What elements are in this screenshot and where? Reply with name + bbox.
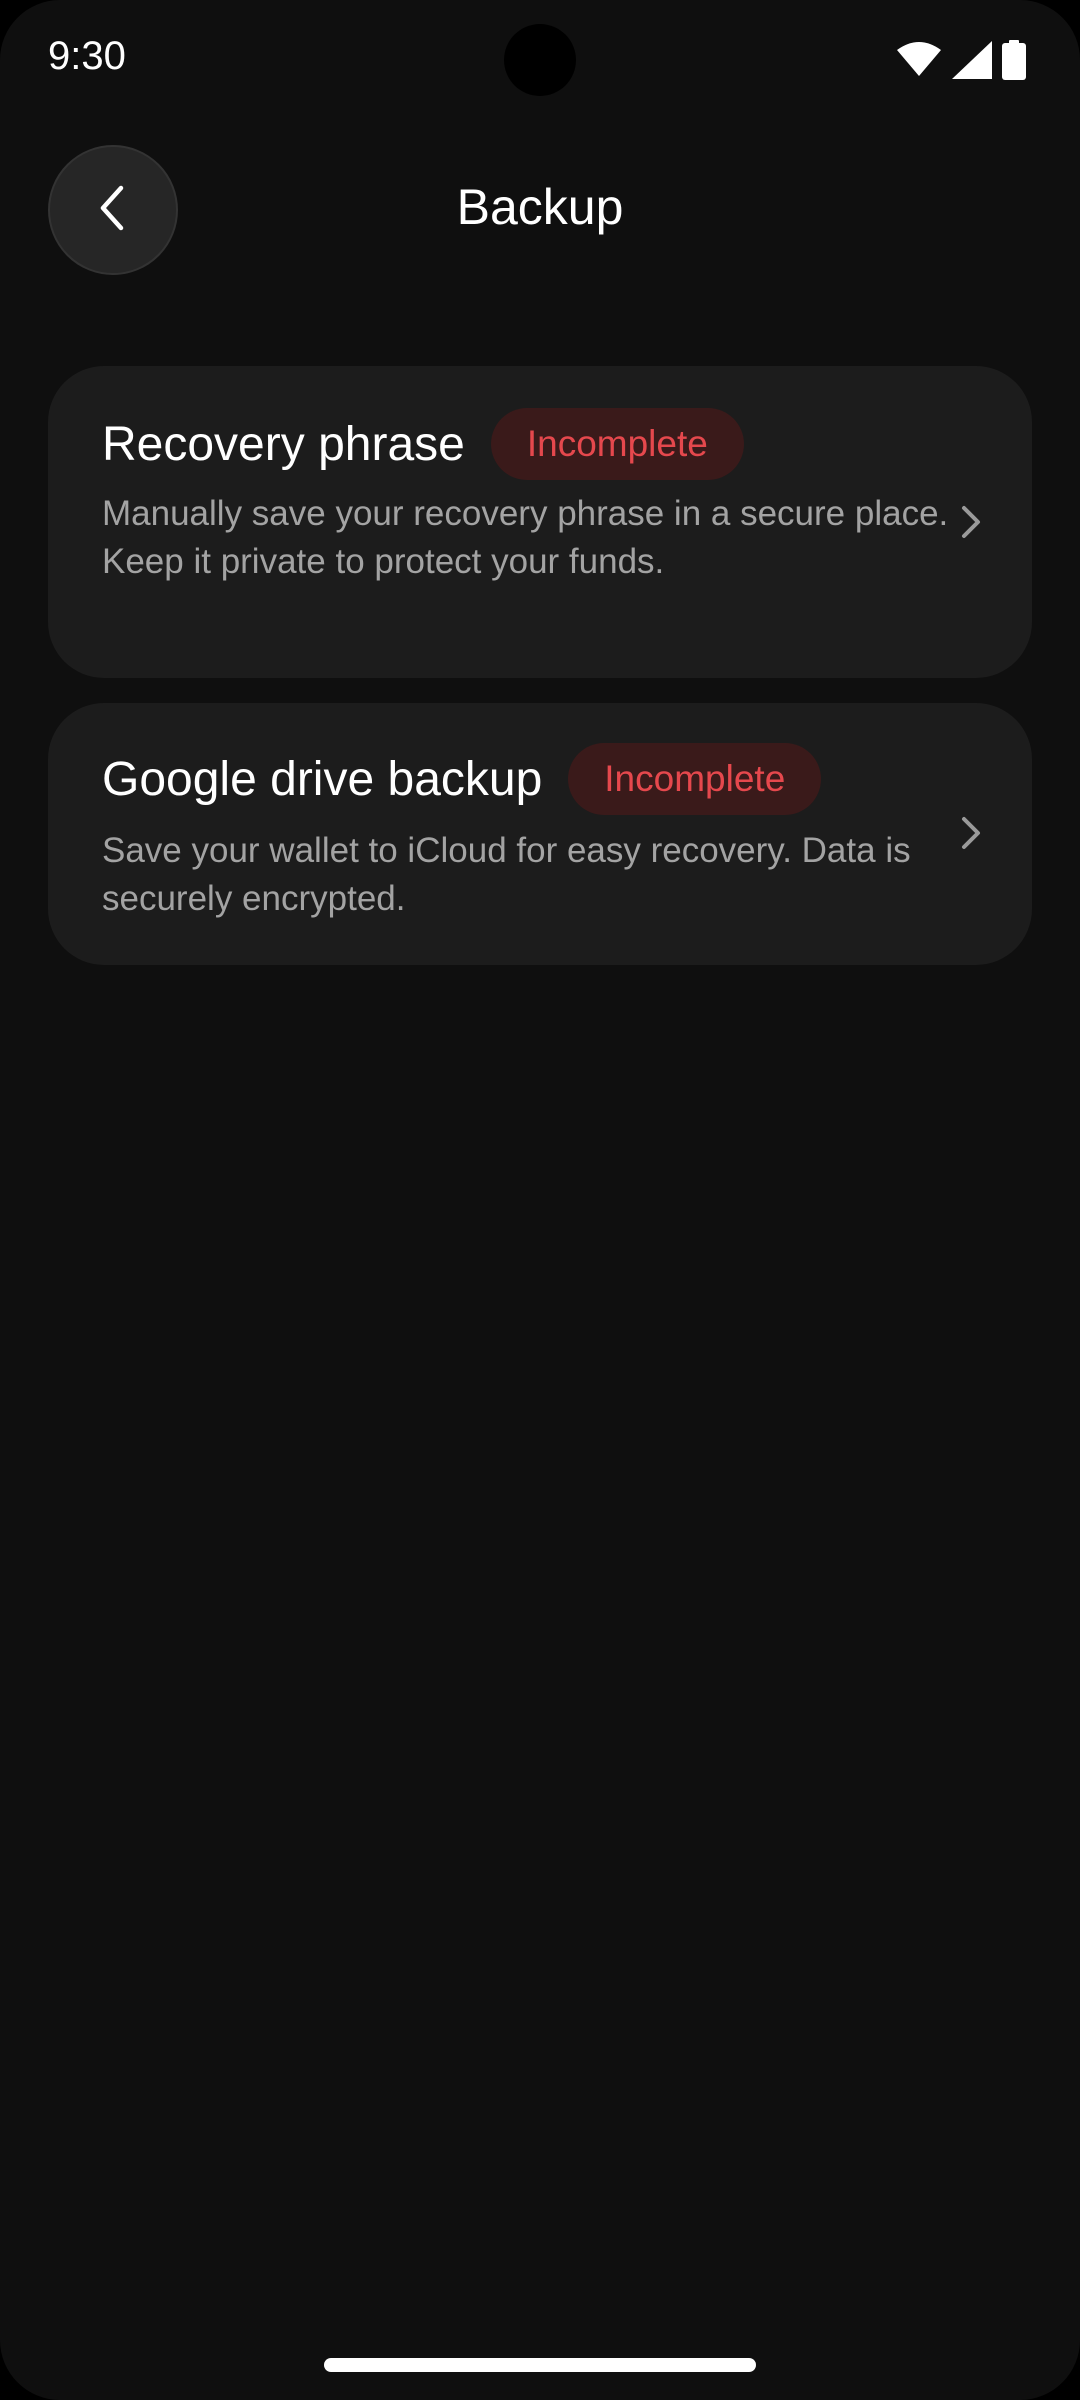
header: Backup <box>0 140 1080 280</box>
page-title: Backup <box>456 179 624 235</box>
card-title: Recovery phrase <box>102 417 465 471</box>
chevron-right-icon <box>952 815 988 851</box>
card-title: Google drive backup <box>102 752 543 806</box>
status-badge: Incomplete <box>568 743 822 815</box>
chevron-right-icon <box>952 504 988 540</box>
card-title-row: Recovery phrase Incomplete <box>102 408 744 480</box>
battery-icon <box>1002 40 1026 80</box>
screen: 9:30 Backup Recovery phrase Incomplete M… <box>0 0 1080 2400</box>
home-indicator[interactable] <box>324 2358 756 2372</box>
card-description: Save your wallet to iCloud for easy reco… <box>102 831 911 918</box>
signal-icon <box>952 41 992 79</box>
status-icons <box>896 40 1026 80</box>
recovery-phrase-card[interactable]: Recovery phrase Incomplete Manually save… <box>48 366 1032 678</box>
card-description: Manually save your recovery phrase in a … <box>102 494 949 581</box>
status-bar: 9:30 <box>0 0 1080 120</box>
status-time: 9:30 <box>48 34 126 78</box>
wifi-icon <box>896 42 942 78</box>
status-badge: Incomplete <box>490 408 744 480</box>
google-drive-backup-card[interactable]: Google drive backup Incomplete Save your… <box>48 703 1032 965</box>
camera-cutout <box>504 24 576 96</box>
card-title-row: Google drive backup Incomplete <box>102 743 822 815</box>
